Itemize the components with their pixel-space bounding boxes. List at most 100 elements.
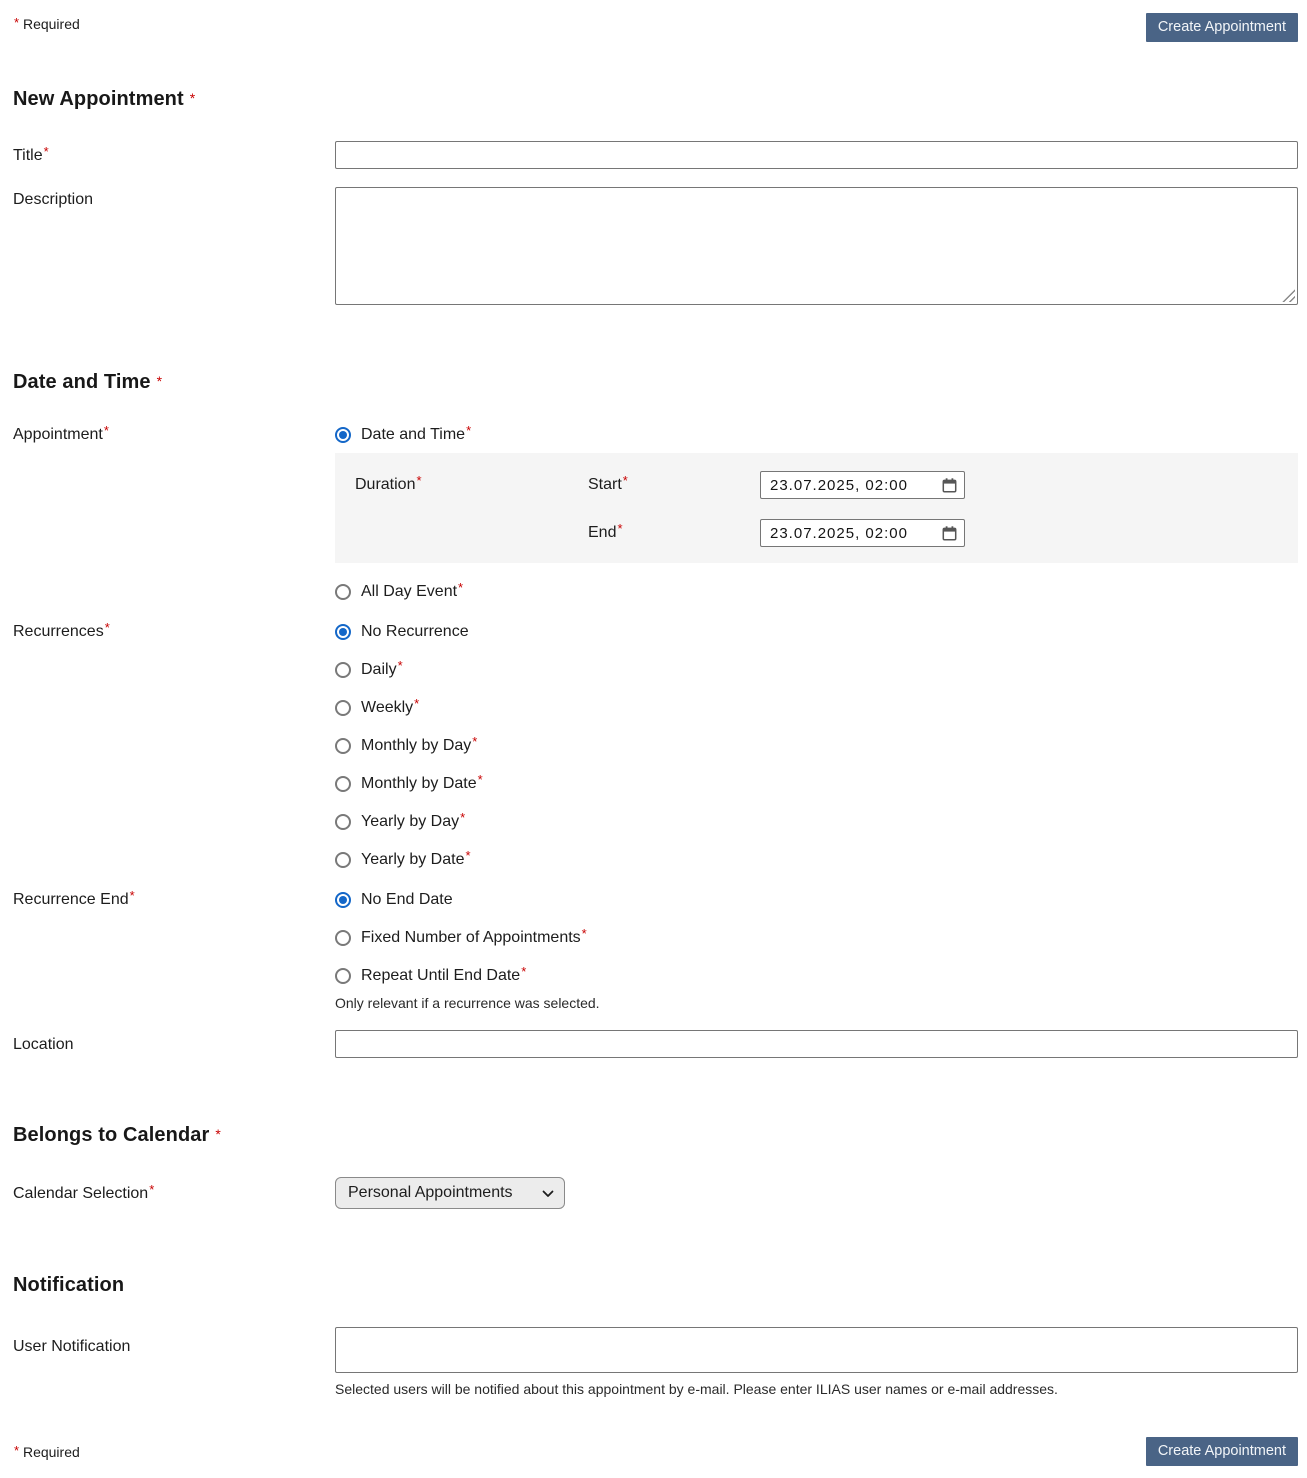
end-datetime-value: 23.07.2025, 02:00 [770,525,908,542]
start-datetime-input[interactable]: 23.07.2025, 02:00 [760,471,965,499]
radio-all-day-event[interactable] [335,584,351,600]
section-heading-new-appointment: New Appointment * [13,88,1298,112]
radio-daily[interactable] [335,662,351,678]
required-asterisk: * [104,423,109,438]
radio-no-recurrence[interactable] [335,624,351,640]
radio-fixed-number[interactable] [335,930,351,946]
required-note: * Required [13,1444,80,1460]
radio-no-end-date[interactable] [335,892,351,908]
required-asterisk: * [14,15,19,30]
heading-text: New Appointment [13,88,184,110]
end-label: End* [588,524,760,542]
description-label: Description [13,187,335,210]
radio-label-no-end-date[interactable]: No End Date [361,890,453,910]
radio-label-monthly-by-date[interactable]: Monthly by Date [361,774,477,794]
radio-label-fixed-number[interactable]: Fixed Number of Appointments [361,928,581,948]
required-asterisk: * [398,656,403,676]
description-textarea[interactable] [335,187,1298,305]
required-asterisk: * [465,846,470,866]
radio-option-monthly-by-day[interactable]: Monthly by Day* [335,736,1298,756]
chevron-down-icon [542,1188,554,1198]
label-text: Duration [355,476,415,493]
user-notification-row: User Notification Selected users will be… [13,1327,1298,1397]
calendar-selection-value: Personal Appointments [348,1184,513,1202]
start-row: Duration* Start* 23.07.2025, 02:00 [355,471,1298,499]
required-asterisk: * [617,521,622,536]
heading-text: Date and Time [13,371,151,393]
radio-option-fixed-number[interactable]: Fixed Number of Appointments* [335,928,1298,948]
user-notification-label: User Notification [13,1327,335,1357]
required-asterisk: * [130,888,135,903]
create-appointment-button-top[interactable]: Create Appointment [1146,13,1298,42]
title-row: Title* [13,141,1298,169]
required-asterisk: * [521,962,526,982]
radio-monthly-by-date[interactable] [335,776,351,792]
required-note-text: Required [23,16,80,32]
radio-option-date-and-time[interactable]: Date and Time* [335,425,1298,445]
radio-repeat-until[interactable] [335,968,351,984]
radio-label-yearly-by-date[interactable]: Yearly by Date [361,850,464,870]
recurrences-label: Recurrences* [13,622,335,642]
new-appointment-form: * Required Create Appointment New Appoin… [0,0,1307,1478]
label-text: Title [13,147,43,164]
radio-option-all-day-event[interactable]: All Day Event* [335,582,1298,602]
duration-panel: Duration* Start* 23.07.2025, 02:00 [335,453,1298,563]
radio-yearly-by-day[interactable] [335,814,351,830]
user-notification-input[interactable] [335,1327,1298,1373]
label-text: Location [13,1036,74,1053]
radio-option-no-recurrence[interactable]: No Recurrence [335,622,1298,642]
title-label: Title* [13,141,335,166]
calendar-icon[interactable] [942,478,957,493]
radio-option-yearly-by-day[interactable]: Yearly by Day* [335,812,1298,832]
radio-label-monthly-by-day[interactable]: Monthly by Day [361,736,471,756]
required-asterisk: * [623,473,628,488]
radio-option-yearly-by-date[interactable]: Yearly by Date* [335,850,1298,870]
radio-date-and-time[interactable] [335,427,351,443]
calendar-selection-select[interactable]: Personal Appointments [335,1177,565,1209]
required-asterisk: * [466,421,471,441]
radio-option-weekly[interactable]: Weekly* [335,698,1298,718]
label-text: User Notification [13,1338,130,1355]
radio-label-yearly-by-day[interactable]: Yearly by Day [361,812,459,832]
section-heading-date-and-time: Date and Time* [13,371,1298,395]
end-datetime-input[interactable]: 23.07.2025, 02:00 [760,519,965,547]
radio-yearly-by-date[interactable] [335,852,351,868]
radio-label-repeat-until[interactable]: Repeat Until End Date [361,966,520,986]
start-label: Start* [588,476,760,494]
required-asterisk: * [14,1443,19,1458]
radio-option-repeat-until[interactable]: Repeat Until End Date* [335,966,1298,986]
label-text: End [588,524,616,541]
bottom-action-bar: * Required Create Appointment [13,1437,1298,1466]
calendar-icon[interactable] [942,526,957,541]
create-appointment-button-bottom[interactable]: Create Appointment [1146,1437,1298,1466]
required-asterisk: * [416,473,421,488]
radio-option-daily[interactable]: Daily* [335,660,1298,680]
label-text: Description [13,191,93,208]
calendar-selection-label: Calendar Selection* [13,1177,335,1204]
heading-text: Belongs to Calendar [13,1124,209,1146]
heading-required-asterisk: * [190,90,196,106]
radio-weekly[interactable] [335,700,351,716]
radio-label-daily[interactable]: Daily [361,660,397,680]
radio-label-no-recurrence[interactable]: No Recurrence [361,622,469,642]
radio-label-all-day-event[interactable]: All Day Event [361,582,457,602]
required-note: * Required [13,13,80,32]
title-input[interactable] [335,141,1298,169]
radio-label-date-and-time[interactable]: Date and Time [361,425,465,445]
recurrence-end-hint: Only relevant if a recurrence was select… [335,995,1298,1011]
radio-option-monthly-by-date[interactable]: Monthly by Date* [335,774,1298,794]
required-asterisk: * [105,620,110,635]
required-note-text: Required [23,1444,80,1460]
required-asterisk: * [44,144,49,159]
location-input[interactable] [335,1030,1298,1058]
radio-monthly-by-day[interactable] [335,738,351,754]
label-text: Recurrence End [13,891,129,908]
recurrence-end-label: Recurrence End* [13,890,335,910]
required-asterisk: * [582,924,587,944]
location-row: Location [13,1030,1298,1058]
label-text: Appointment [13,426,103,443]
radio-label-weekly[interactable]: Weekly [361,698,413,718]
radio-option-no-end-date[interactable]: No End Date [335,890,1298,910]
user-notification-hint: Selected users will be notified about th… [335,1381,1298,1397]
section-heading-notification: Notification [13,1274,1298,1297]
